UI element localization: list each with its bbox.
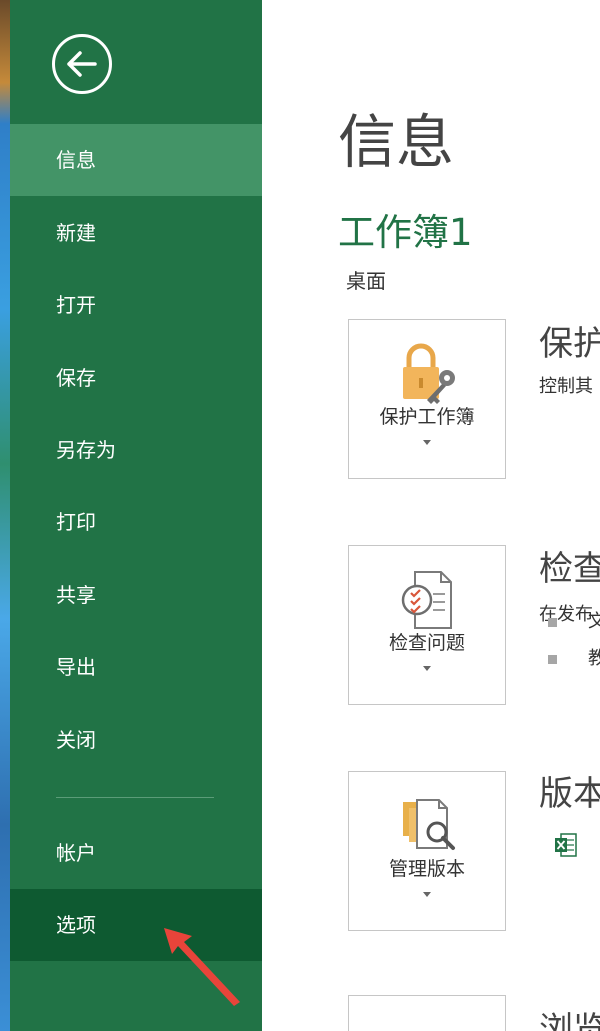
manage-versions-icon <box>403 799 455 850</box>
chevron-down-icon <box>423 666 431 671</box>
check-for-issues-button[interactable]: 检查问题 <box>348 545 506 705</box>
sidebar-item-export[interactable]: 导出 <box>10 631 262 703</box>
manage-versions-label: 管理版本 <box>388 858 465 880</box>
versions-section-title: 版本 <box>539 774 600 814</box>
sidebar-item-new[interactable]: 新建 <box>10 197 262 269</box>
sidebar-item-save-as[interactable]: 另存为 <box>10 414 262 486</box>
inspect-section-title: 检查 <box>539 549 600 589</box>
sidebar-item-print[interactable]: 打印 <box>10 486 262 558</box>
browser-section-title: 浏览 <box>539 1010 600 1031</box>
lock-key-icon <box>403 343 455 404</box>
annotation-arrow-icon <box>164 928 240 1006</box>
page-title: 信息 <box>338 108 455 176</box>
workbook-name: 工作簿1 <box>338 211 473 254</box>
inspect-document-icon <box>401 571 452 629</box>
manage-versions-button[interactable]: 管理版本 <box>348 771 506 931</box>
bullet-marker <box>548 655 557 664</box>
sidebar-item-share[interactable]: 共享 <box>10 559 262 631</box>
protect-workbook-button[interactable]: 保护工作簿 <box>348 319 506 479</box>
inspect-bullet-2: 教 <box>588 648 600 669</box>
excel-file-icon <box>555 833 577 857</box>
chevron-down-icon <box>423 892 431 897</box>
sidebar-item-open[interactable]: 打开 <box>10 269 262 341</box>
bullet-marker <box>548 618 557 627</box>
inspect-bullet-1: 文 <box>588 611 600 632</box>
protect-section-title: 保护 <box>539 324 600 364</box>
workbook-location: 桌面 <box>346 269 386 293</box>
protect-section-desc: 控制其 <box>539 376 593 397</box>
back-arrow-icon <box>67 51 97 77</box>
info-panel: 信息 工作簿1 桌面 保护工作簿 保护 控制其 检查问题 检查 在发布 文 教 … <box>262 0 600 1031</box>
sidebar-item-close[interactable]: 关闭 <box>10 704 262 776</box>
protect-workbook-label: 保护工作簿 <box>379 406 475 428</box>
sidebar-item-save[interactable]: 保存 <box>10 342 262 414</box>
backstage-sidebar: 信息 新建 打开 保存 另存为 打印 共享 导出 关闭 帐户 选项 <box>10 0 262 1031</box>
sidebar-divider <box>56 797 214 798</box>
sidebar-item-account[interactable]: 帐户 <box>10 817 262 889</box>
chevron-down-icon <box>423 440 431 445</box>
sidebar-item-info[interactable]: 信息 <box>10 124 262 196</box>
browser-view-options-button[interactable] <box>348 995 506 1031</box>
check-for-issues-label: 检查问题 <box>388 632 465 654</box>
back-button[interactable] <box>52 34 112 94</box>
desktop-background-strip <box>0 0 10 1031</box>
